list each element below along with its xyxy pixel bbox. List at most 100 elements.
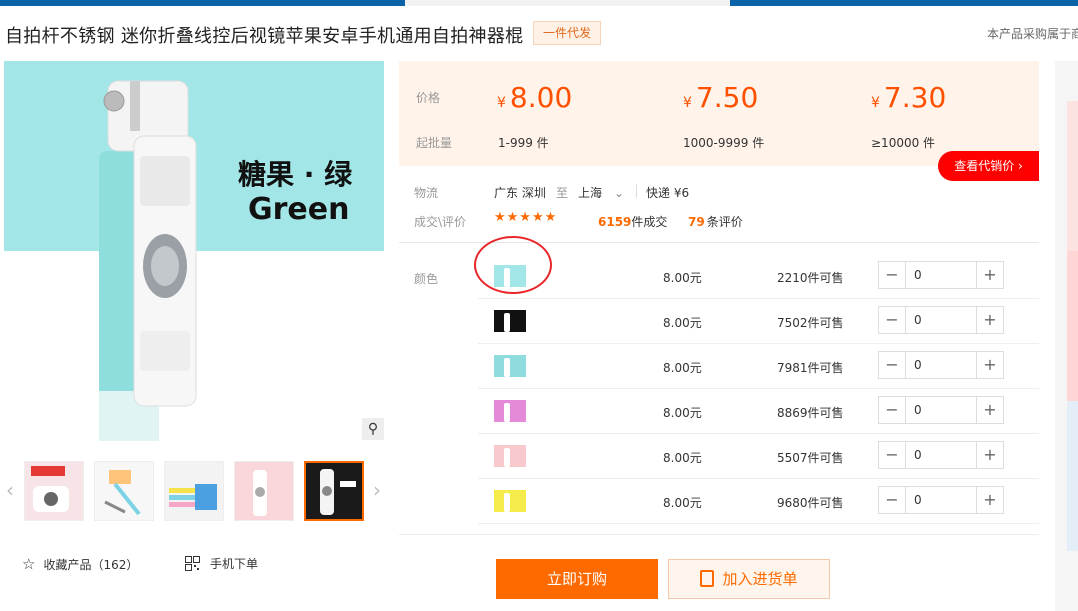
- tier-qty: 1000-9999 件: [683, 136, 765, 150]
- top-bar: [0, 0, 1078, 6]
- mobile-order[interactable]: 手机下单: [185, 555, 258, 572]
- rating-stars: ★★★★★: [494, 210, 558, 225]
- decrease-button[interactable]: −: [879, 487, 905, 513]
- variant-stock: 2210件可售: [777, 271, 844, 285]
- recommend-thumb[interactable]: [1067, 101, 1078, 251]
- decrease-button[interactable]: −: [879, 442, 905, 468]
- increase-button[interactable]: +: [977, 262, 1003, 288]
- sold-count-link[interactable]: 6159件成交: [598, 213, 667, 230]
- chevron-down-icon: ⌄: [614, 186, 625, 200]
- variant-price: 8.00元: [663, 361, 702, 375]
- main-product-image: 糖果 · 绿 Green: [4, 61, 384, 441]
- thumb-next-icon[interactable]: ›: [370, 480, 384, 500]
- variant-stock: 5507件可售: [777, 451, 844, 465]
- quantity-input[interactable]: 0: [905, 352, 977, 378]
- recommend-thumb[interactable]: [1067, 251, 1078, 401]
- quantity-stepper: −0 +: [878, 306, 1004, 334]
- top-bar-segment: [405, 0, 730, 6]
- selfie-stick-illustration: [99, 80, 197, 441]
- variant-row: 8.00元 7502件可售 −0 +: [478, 299, 1039, 344]
- clipboard-icon: [700, 570, 715, 587]
- increase-button[interactable]: +: [977, 352, 1003, 378]
- variant-stock: 8869件可售: [777, 406, 844, 420]
- quantity-stepper: −0 +: [878, 486, 1004, 514]
- variant-swatch[interactable]: [494, 490, 526, 512]
- ship-to-word: 至: [556, 186, 569, 200]
- variant-row: 8.00元 8869件可售 −0 +: [478, 389, 1039, 434]
- quantity-stepper: −0 +: [878, 441, 1004, 469]
- decrease-button[interactable]: −: [879, 307, 905, 333]
- thumbnail[interactable]: [24, 461, 84, 521]
- variant-swatch[interactable]: [494, 445, 526, 467]
- decrease-button[interactable]: −: [879, 352, 905, 378]
- variant-swatch[interactable]: [494, 355, 526, 377]
- star-outline-icon: ☆: [22, 555, 36, 573]
- variant-stock: 9680件可售: [777, 496, 844, 510]
- recommend-thumb[interactable]: [1067, 401, 1078, 551]
- tier-price: ¥8.00: [497, 81, 573, 114]
- thumbnail[interactable]: [94, 461, 154, 521]
- tier-price: ¥7.30: [871, 81, 947, 114]
- variant-swatch[interactable]: [494, 400, 526, 422]
- reviews-label: 成交\评价: [414, 215, 467, 229]
- tier-qty: ≥10000 件: [871, 136, 936, 150]
- variant-price: 8.00元: [663, 496, 702, 510]
- increase-button[interactable]: +: [977, 397, 1003, 423]
- variant-price: 8.00元: [663, 406, 702, 420]
- section-divider: [399, 534, 1039, 535]
- decrease-button[interactable]: −: [879, 262, 905, 288]
- variant-price: 8.00元: [663, 451, 702, 465]
- product-title: 自拍杆不锈钢 迷你折叠线控后视镜苹果安卓手机通用自拍神器棍: [5, 26, 524, 47]
- color-name-en: Green: [248, 192, 350, 227]
- express-fee: 快递 ¥6: [646, 186, 690, 200]
- increase-button[interactable]: +: [977, 307, 1003, 333]
- order-now-button[interactable]: 立即订购: [496, 559, 658, 599]
- variant-stock: 7502件可售: [777, 316, 844, 330]
- tier-price: ¥7.50: [683, 81, 759, 114]
- qr-code-icon: [185, 556, 200, 571]
- quantity-input[interactable]: 0: [905, 397, 977, 423]
- variant-row: 8.00元 7981件可售 −0 +: [478, 344, 1039, 389]
- quantity-stepper: −0 +: [878, 351, 1004, 379]
- tier-qty: 1-999 件: [498, 136, 549, 150]
- increase-button[interactable]: +: [977, 442, 1003, 468]
- variant-row: 8.00元 2210件可售 −0 +: [478, 254, 1039, 299]
- color-name-cn: 糖果 · 绿: [238, 158, 353, 191]
- magnifier-icon[interactable]: ⚲: [362, 418, 384, 440]
- quantity-input[interactable]: 0: [905, 442, 977, 468]
- quantity-input[interactable]: 0: [905, 262, 977, 288]
- logistics-label: 物流: [414, 186, 439, 200]
- variant-price: 8.00元: [663, 271, 702, 285]
- quantity-stepper: −0 +: [878, 396, 1004, 424]
- favorite-count: （162）: [91, 557, 139, 572]
- favorite-label: 收藏产品: [43, 557, 92, 572]
- min-qty-label: 起批量: [416, 136, 453, 150]
- variant-swatch[interactable]: [494, 310, 526, 332]
- thumbnail-selected[interactable]: [304, 461, 364, 521]
- color-label: 颜色: [414, 272, 439, 286]
- ship-to-select[interactable]: 上海 ⌄: [578, 184, 624, 201]
- view-agent-price-button[interactable]: 查看代销价 ›: [938, 151, 1039, 181]
- highlight-circle: [474, 236, 552, 294]
- side-recommendations: [1055, 61, 1078, 611]
- increase-button[interactable]: +: [977, 487, 1003, 513]
- thumbnail[interactable]: [164, 461, 224, 521]
- add-to-purchase-list-button[interactable]: 加入进货单: [668, 559, 830, 599]
- variant-stock: 7981件可售: [777, 361, 844, 375]
- favorite-product[interactable]: ☆ 收藏产品 （162）: [22, 555, 138, 573]
- variant-row: 8.00元 5507件可售 −0 +: [478, 434, 1039, 479]
- price-label: 价格: [416, 91, 441, 105]
- quantity-input[interactable]: 0: [905, 307, 977, 333]
- quantity-stepper: −0 +: [878, 261, 1004, 289]
- thumb-prev-icon[interactable]: ‹: [3, 480, 17, 500]
- purchase-notice: 本产品采购属于商: [987, 27, 1078, 41]
- variant-price: 8.00元: [663, 316, 702, 330]
- thumbnail[interactable]: [234, 461, 294, 521]
- price-panel: 价格 起批量 ¥8.00 ¥7.50 ¥7.30 1-999 件 1000-99…: [399, 61, 1039, 166]
- decrease-button[interactable]: −: [879, 397, 905, 423]
- quantity-input[interactable]: 0: [905, 487, 977, 513]
- review-count-link[interactable]: 79 条评价: [688, 213, 743, 230]
- ship-from: 广东 深圳: [494, 186, 546, 200]
- dropship-badge: 一件代发: [533, 21, 601, 45]
- mobile-order-label: 手机下单: [210, 557, 259, 571]
